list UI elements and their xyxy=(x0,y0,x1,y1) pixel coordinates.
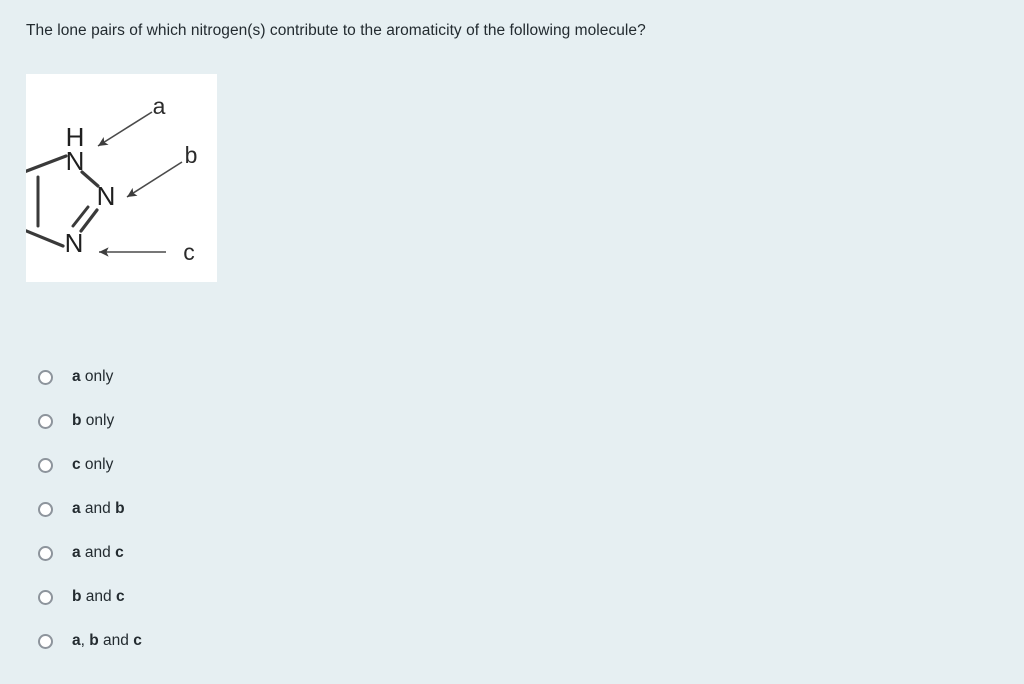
radio-a-and-c[interactable] xyxy=(38,545,53,561)
option-a-and-b[interactable]: a and b xyxy=(33,487,453,531)
triazole-structure-image: H N N N a b c xyxy=(26,93,198,265)
option-b-and-c[interactable]: b and c xyxy=(33,575,453,619)
radio-a-only[interactable] xyxy=(38,369,53,385)
option-label-a-and-b: a and b xyxy=(72,500,125,517)
option-label-a-b-and-c: a, b and c xyxy=(72,632,142,649)
option-label-b-only: b only xyxy=(72,412,115,429)
radio-a-and-b[interactable] xyxy=(38,501,53,517)
nitrogen-2-label: N xyxy=(97,181,116,211)
double-bond-inner-lines xyxy=(36,175,90,228)
molecule-diagram-card: H N N N a b c xyxy=(26,74,217,282)
option-label-c-only: c only xyxy=(72,456,114,473)
annotation-labels: a b c xyxy=(153,93,198,265)
arrow-a xyxy=(97,111,153,147)
option-label-b-and-c: b and c xyxy=(72,588,125,605)
radio-b-and-c[interactable] xyxy=(38,589,53,605)
option-label-a-and-c: a and c xyxy=(72,544,124,561)
option-b-only[interactable]: b only xyxy=(33,399,453,443)
page-title: The lone pairs of which nitrogen(s) cont… xyxy=(26,22,646,39)
atom-labels: H N N N xyxy=(65,122,116,258)
arrow-b xyxy=(126,161,183,198)
option-label-a-only: a only xyxy=(72,368,114,385)
radio-b-only[interactable] xyxy=(38,413,53,429)
option-a-and-c[interactable]: a and c xyxy=(33,531,453,575)
option-c-only[interactable]: c only xyxy=(33,443,453,487)
nitrogen-3-label: N xyxy=(65,228,84,258)
radio-a-b-and-c[interactable] xyxy=(38,633,53,649)
option-a-only[interactable]: a only xyxy=(33,355,453,399)
annotation-label-b: b xyxy=(185,142,198,168)
answer-options-list: a only b only c only a and b a and c b a… xyxy=(33,355,453,663)
radio-c-only[interactable] xyxy=(38,457,53,473)
annotation-label-a: a xyxy=(153,93,166,119)
annotation-label-c: c xyxy=(183,239,195,265)
nitrogen-1-label: N xyxy=(66,146,85,176)
option-a-b-and-c[interactable]: a, b and c xyxy=(33,619,453,663)
